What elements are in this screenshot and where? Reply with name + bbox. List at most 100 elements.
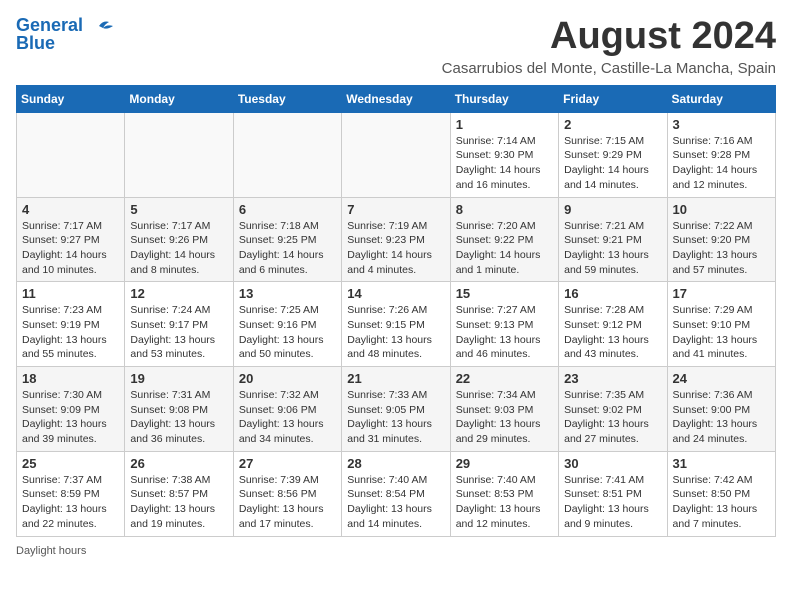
calendar-cell: 28 Sunrise: 7:40 AM Sunset: 8:54 PM Dayli… (342, 451, 450, 536)
calendar-cell (233, 112, 341, 197)
cell-info: Sunrise: 7:25 AM Sunset: 9:16 PM Dayligh… (239, 303, 336, 362)
day-number: 24 (673, 371, 770, 386)
footer-note: Daylight hours (16, 545, 776, 557)
day-number: 28 (347, 456, 444, 471)
day-of-week-header: Wednesday (342, 85, 450, 112)
logo: GeneralBlue (16, 16, 113, 52)
cell-info: Sunrise: 7:26 AM Sunset: 9:15 PM Dayligh… (347, 303, 444, 362)
day-number: 27 (239, 456, 336, 471)
day-number: 21 (347, 371, 444, 386)
calendar-cell: 4 Sunrise: 7:17 AM Sunset: 9:27 PM Daylig… (17, 197, 125, 282)
cell-info: Sunrise: 7:17 AM Sunset: 9:27 PM Dayligh… (22, 219, 119, 278)
cell-info: Sunrise: 7:34 AM Sunset: 9:03 PM Dayligh… (456, 388, 553, 447)
day-number: 5 (130, 202, 227, 217)
cell-info: Sunrise: 7:42 AM Sunset: 8:50 PM Dayligh… (673, 473, 770, 532)
cell-info: Sunrise: 7:37 AM Sunset: 8:59 PM Dayligh… (22, 473, 119, 532)
month-title: August 2024 (442, 16, 776, 58)
day-number: 14 (347, 286, 444, 301)
logo-bird-icon (85, 18, 113, 40)
calendar-cell: 20Sunrise: 7:32 AM Sunset: 9:06 PM Dayli… (233, 367, 341, 452)
calendar-cell: 3 Sunrise: 7:16 AM Sunset: 9:28 PM Daylig… (667, 112, 775, 197)
calendar-week-row: 11 Sunrise: 7:23 AM Sunset: 9:19 PM Dayli… (17, 282, 776, 367)
calendar-cell: 25 Sunrise: 7:37 AM Sunset: 8:59 PM Dayli… (17, 451, 125, 536)
day-number: 11 (22, 286, 119, 301)
cell-info: Sunrise: 7:19 AM Sunset: 9:23 PM Dayligh… (347, 219, 444, 278)
cell-info: Sunrise: 7:22 AM Sunset: 9:20 PM Dayligh… (673, 219, 770, 278)
calendar-week-row: 1Sunrise: 7:14 AM Sunset: 9:30 PM Daylig… (17, 112, 776, 197)
day-of-week-header: Saturday (667, 85, 775, 112)
calendar-cell (17, 112, 125, 197)
day-of-week-header: Thursday (450, 85, 558, 112)
cell-info: Sunrise: 7:40 AM Sunset: 8:54 PM Dayligh… (347, 473, 444, 532)
day-number: 10 (673, 202, 770, 217)
day-of-week-header: Tuesday (233, 85, 341, 112)
calendar-cell: 17 Sunrise: 7:29 AM Sunset: 9:10 PM Dayli… (667, 282, 775, 367)
day-number: 1 (456, 117, 553, 132)
day-number: 4 (22, 202, 119, 217)
cell-info: Sunrise: 7:40 AM Sunset: 8:53 PM Dayligh… (456, 473, 553, 532)
day-number: 6 (239, 202, 336, 217)
day-of-week-header: Friday (559, 85, 667, 112)
calendar-body: 1Sunrise: 7:14 AM Sunset: 9:30 PM Daylig… (17, 112, 776, 536)
calendar-table: SundayMondayTuesdayWednesdayThursdayFrid… (16, 85, 776, 537)
cell-info: Sunrise: 7:31 AM Sunset: 9:08 PM Dayligh… (130, 388, 227, 447)
day-number: 23 (564, 371, 661, 386)
calendar-cell: 15Sunrise: 7:27 AM Sunset: 9:13 PM Dayli… (450, 282, 558, 367)
cell-info: Sunrise: 7:30 AM Sunset: 9:09 PM Dayligh… (22, 388, 119, 447)
calendar-cell: 11 Sunrise: 7:23 AM Sunset: 9:19 PM Dayli… (17, 282, 125, 367)
cell-info: Sunrise: 7:32 AM Sunset: 9:06 PM Dayligh… (239, 388, 336, 447)
cell-info: Sunrise: 7:28 AM Sunset: 9:12 PM Dayligh… (564, 303, 661, 362)
calendar-cell: 22 Sunrise: 7:34 AM Sunset: 9:03 PM Dayli… (450, 367, 558, 452)
calendar-cell: 30 Sunrise: 7:41 AM Sunset: 8:51 PM Dayli… (559, 451, 667, 536)
cell-info: Sunrise: 7:29 AM Sunset: 9:10 PM Dayligh… (673, 303, 770, 362)
cell-info: Sunrise: 7:27 AM Sunset: 9:13 PM Dayligh… (456, 303, 553, 362)
cell-info: Sunrise: 7:21 AM Sunset: 9:21 PM Dayligh… (564, 219, 661, 278)
day-number: 9 (564, 202, 661, 217)
day-number: 13 (239, 286, 336, 301)
day-number: 31 (673, 456, 770, 471)
calendar-cell: 19 Sunrise: 7:31 AM Sunset: 9:08 PM Dayli… (125, 367, 233, 452)
calendar-cell: 27Sunrise: 7:39 AM Sunset: 8:56 PM Dayli… (233, 451, 341, 536)
location-title: Casarrubios del Monte, Castille-La Manch… (442, 60, 776, 77)
calendar-header-row: SundayMondayTuesdayWednesdayThursdayFrid… (17, 85, 776, 112)
day-number: 3 (673, 117, 770, 132)
day-of-week-header: Sunday (17, 85, 125, 112)
cell-info: Sunrise: 7:16 AM Sunset: 9:28 PM Dayligh… (673, 134, 770, 193)
calendar-week-row: 4 Sunrise: 7:17 AM Sunset: 9:27 PM Daylig… (17, 197, 776, 282)
calendar-cell: 13 Sunrise: 7:25 AM Sunset: 9:16 PM Dayli… (233, 282, 341, 367)
day-number: 30 (564, 456, 661, 471)
calendar-cell (342, 112, 450, 197)
logo-text: GeneralBlue (16, 16, 83, 52)
calendar-cell (125, 112, 233, 197)
calendar-cell: 21 Sunrise: 7:33 AM Sunset: 9:05 PM Dayli… (342, 367, 450, 452)
day-number: 26 (130, 456, 227, 471)
title-block: August 2024 Casarrubios del Monte, Casti… (442, 16, 776, 77)
calendar-cell: 14 Sunrise: 7:26 AM Sunset: 9:15 PM Dayli… (342, 282, 450, 367)
cell-info: Sunrise: 7:41 AM Sunset: 8:51 PM Dayligh… (564, 473, 661, 532)
cell-info: Sunrise: 7:23 AM Sunset: 9:19 PM Dayligh… (22, 303, 119, 362)
calendar-cell: 18Sunrise: 7:30 AM Sunset: 9:09 PM Dayli… (17, 367, 125, 452)
cell-info: Sunrise: 7:35 AM Sunset: 9:02 PM Dayligh… (564, 388, 661, 447)
day-number: 16 (564, 286, 661, 301)
cell-info: Sunrise: 7:36 AM Sunset: 9:00 PM Dayligh… (673, 388, 770, 447)
day-number: 7 (347, 202, 444, 217)
calendar-cell: 5 Sunrise: 7:17 AM Sunset: 9:26 PM Daylig… (125, 197, 233, 282)
calendar-week-row: 25 Sunrise: 7:37 AM Sunset: 8:59 PM Dayli… (17, 451, 776, 536)
cell-info: Sunrise: 7:18 AM Sunset: 9:25 PM Dayligh… (239, 219, 336, 278)
day-number: 19 (130, 371, 227, 386)
day-number: 2 (564, 117, 661, 132)
calendar-cell: 24 Sunrise: 7:36 AM Sunset: 9:00 PM Dayli… (667, 367, 775, 452)
calendar-cell: 1Sunrise: 7:14 AM Sunset: 9:30 PM Daylig… (450, 112, 558, 197)
calendar-cell: 23 Sunrise: 7:35 AM Sunset: 9:02 PM Dayli… (559, 367, 667, 452)
calendar-cell: 6 Sunrise: 7:18 AM Sunset: 9:25 PM Daylig… (233, 197, 341, 282)
day-of-week-header: Monday (125, 85, 233, 112)
cell-info: Sunrise: 7:17 AM Sunset: 9:26 PM Dayligh… (130, 219, 227, 278)
calendar-cell: 29 Sunrise: 7:40 AM Sunset: 8:53 PM Dayli… (450, 451, 558, 536)
day-number: 25 (22, 456, 119, 471)
day-number: 22 (456, 371, 553, 386)
cell-info: Sunrise: 7:33 AM Sunset: 9:05 PM Dayligh… (347, 388, 444, 447)
calendar-cell: 10 Sunrise: 7:22 AM Sunset: 9:20 PM Dayli… (667, 197, 775, 282)
day-number: 29 (456, 456, 553, 471)
calendar-cell: 9 Sunrise: 7:21 AM Sunset: 9:21 PM Daylig… (559, 197, 667, 282)
day-number: 17 (673, 286, 770, 301)
